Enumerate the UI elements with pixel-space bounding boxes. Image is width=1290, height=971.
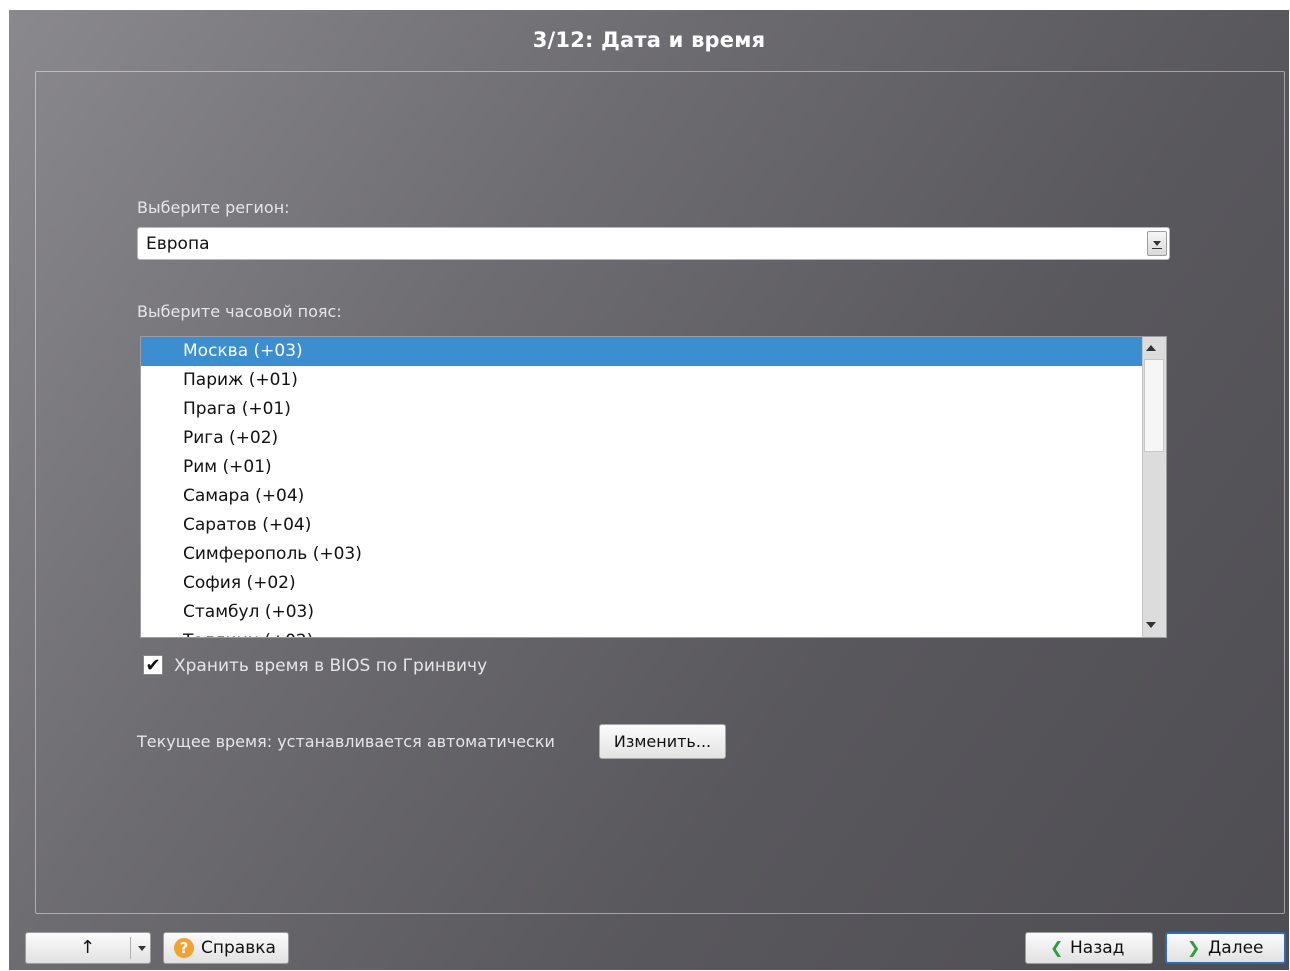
arrow-up-icon: ↑ [80, 937, 96, 958]
help-button-label: Справка [201, 938, 276, 958]
timezone-item[interactable]: Рига (+02) [141, 424, 1143, 453]
scrollbar[interactable] [1142, 337, 1166, 637]
change-time-button[interactable]: Изменить... [599, 724, 726, 759]
chevron-right-icon: ❯ [1187, 938, 1201, 957]
timezone-item[interactable]: Стамбул (+03) [141, 598, 1143, 627]
timezone-label: Выберите часовой пояс: [137, 302, 342, 321]
timezone-item[interactable]: София (+02) [141, 569, 1143, 598]
timezone-item[interactable]: Прага (+01) [141, 395, 1143, 424]
timezone-item[interactable]: Рим (+01) [141, 453, 1143, 482]
chevron-down-icon[interactable] [1147, 231, 1167, 256]
timezone-list[interactable]: Москва (+03) Париж (+01) Прага (+01) Рига (… [140, 336, 1167, 638]
back-button[interactable]: ❮ Назад [1025, 932, 1153, 964]
timezone-item[interactable]: Таллинн (+02) [141, 627, 1143, 637]
chevron-left-icon: ❮ [1050, 938, 1064, 957]
next-button-label: Далее [1208, 938, 1264, 958]
button-separator [130, 937, 131, 959]
scroll-up-icon[interactable] [1146, 345, 1156, 351]
current-time-label: Текущее время: устанавливается автоматич… [137, 732, 555, 751]
chevron-down-icon[interactable] [138, 946, 146, 951]
region-select-value: Европа [146, 234, 210, 254]
region-select[interactable]: Европа [137, 227, 1170, 260]
scroll-down-icon[interactable] [1146, 622, 1156, 628]
page-title: 3/12: Дата и время [532, 28, 766, 52]
timezone-item[interactable]: Москва (+03) [141, 337, 1143, 366]
timezone-items: Москва (+03) Париж (+01) Прага (+01) Рига (… [141, 337, 1143, 637]
timezone-item[interactable]: Симферополь (+03) [141, 540, 1143, 569]
back-button-label: Назад [1070, 938, 1125, 958]
help-icon: ? [174, 938, 194, 958]
region-label: Выберите регион: [137, 198, 290, 217]
installer-screen: 3/12: Дата и время Выберите регион: Евро… [9, 10, 1289, 970]
scrollbar-thumb[interactable] [1144, 359, 1164, 452]
timezone-item[interactable]: Самара (+04) [141, 482, 1143, 511]
next-button[interactable]: ❯ Далее [1165, 932, 1286, 964]
bios-utc-checkbox[interactable]: ✔ [143, 655, 163, 675]
timezone-item[interactable]: Саратов (+04) [141, 511, 1143, 540]
up-button[interactable]: ↑ [25, 932, 151, 964]
bios-utc-label[interactable]: Хранить время в BIOS по Гринвичу [174, 656, 487, 676]
help-button[interactable]: ? Справка [163, 932, 289, 964]
timezone-item[interactable]: Париж (+01) [141, 366, 1143, 395]
